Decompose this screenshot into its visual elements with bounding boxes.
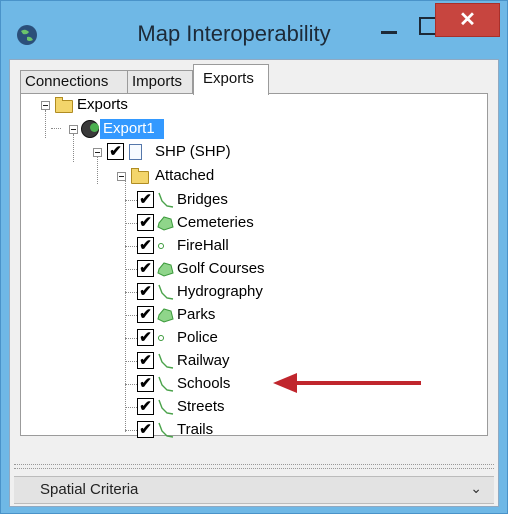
polygon-icon xyxy=(157,216,174,231)
layer-checkbox[interactable]: ✔ xyxy=(137,237,154,254)
line-icon xyxy=(158,192,174,208)
tree-line xyxy=(125,246,137,247)
tree-line xyxy=(125,384,137,385)
line-icon xyxy=(158,399,174,415)
tree-node-label: Attached xyxy=(155,167,215,184)
collapse-icon[interactable] xyxy=(93,148,102,157)
collapse-icon[interactable] xyxy=(69,125,78,134)
line-icon xyxy=(158,353,174,369)
layer-checkbox[interactable]: ✔ xyxy=(137,306,154,323)
polygon-icon xyxy=(157,262,174,277)
chevron-down-icon[interactable]: ⌄ xyxy=(470,480,482,497)
layer-checkbox[interactable]: ✔ xyxy=(137,260,154,277)
tree-node-label: Streets xyxy=(177,398,225,415)
spatial-criteria-label: Spatial Criteria xyxy=(40,481,139,498)
tree-node-layer[interactable]: ✔ Golf Courses xyxy=(125,258,345,280)
tree-node-label: FireHall xyxy=(177,237,229,254)
tree-node-exports-root[interactable]: Exports xyxy=(35,94,235,116)
close-button[interactable]: ✕ xyxy=(435,3,500,37)
close-icon: ✕ xyxy=(459,9,476,31)
map-interoperability-window: Map Interoperability ✕ Connections Impor… xyxy=(0,0,508,514)
splitter[interactable] xyxy=(14,464,494,469)
layer-checkbox[interactable]: ✔ xyxy=(137,214,154,231)
layer-checkbox[interactable]: ✔ xyxy=(137,283,154,300)
tree-node-export1[interactable]: Export1 xyxy=(59,118,259,140)
layer-checkbox[interactable]: ✔ xyxy=(137,191,154,208)
tree-node-layer[interactable]: ✔ Parks xyxy=(125,304,345,326)
tree-node-label: Schools xyxy=(177,375,231,392)
layer-checkbox[interactable]: ✔ xyxy=(137,421,154,438)
tree-node-label: Hydrography xyxy=(177,283,263,300)
tree-node-label: Railway xyxy=(177,352,230,369)
folder-icon xyxy=(55,97,73,113)
point-icon xyxy=(158,335,164,341)
spatial-criteria-bar[interactable]: Spatial Criteria ⌄ xyxy=(14,476,494,504)
minimize-button[interactable] xyxy=(371,11,407,45)
tree-node-label: Police xyxy=(177,329,218,346)
export-connection-icon xyxy=(81,120,99,138)
tree-line xyxy=(125,361,137,362)
shp-checkbox[interactable]: ✔ xyxy=(107,143,124,160)
point-icon xyxy=(158,243,164,249)
layer-checkbox[interactable]: ✔ xyxy=(137,375,154,392)
tree-node-layer[interactable]: ✔ FireHall xyxy=(125,235,345,257)
red-annotation-arrow xyxy=(273,373,421,393)
line-icon xyxy=(158,422,174,438)
tree-line xyxy=(125,430,137,431)
tree-node-layer[interactable]: ✔ Police xyxy=(125,327,345,349)
tree-node-layer[interactable]: ✔ Trails xyxy=(125,419,345,441)
line-icon xyxy=(158,284,174,300)
minimize-icon xyxy=(381,31,397,34)
client-area: Connections Imports Exports Exports Expo… xyxy=(9,59,499,507)
line-icon xyxy=(158,376,174,392)
collapse-icon[interactable] xyxy=(117,172,126,181)
tree-line xyxy=(125,338,137,339)
document-icon xyxy=(129,144,142,160)
title-bar[interactable]: Map Interoperability ✕ xyxy=(1,1,507,59)
tree-node-label: Trails xyxy=(177,421,214,438)
layer-checkbox[interactable]: ✔ xyxy=(137,329,154,346)
tree-line xyxy=(125,269,137,270)
tree-node-attached[interactable]: Attached xyxy=(111,165,311,187)
layer-checkbox[interactable]: ✔ xyxy=(137,398,154,415)
tree-node-label: Bridges xyxy=(177,191,228,208)
folder-icon xyxy=(131,168,149,184)
tree-line xyxy=(125,200,137,201)
tree-node-layer[interactable]: ✔ Cemeteries xyxy=(125,212,345,234)
tree-node-layer[interactable]: ✔ Railway xyxy=(125,350,345,372)
tree-line xyxy=(125,292,137,293)
tab-exports[interactable]: Exports xyxy=(193,64,269,95)
tree-node-label: Exports xyxy=(77,96,128,113)
tree-line xyxy=(125,315,137,316)
tree-node-layer[interactable]: ✔ Bridges xyxy=(125,189,345,211)
tree-node-shp-format[interactable]: ✔ SHP (SHP) xyxy=(85,141,285,163)
tree-line xyxy=(125,223,137,224)
tree-node-layer[interactable]: ✔ Hydrography xyxy=(125,281,345,303)
tree-node-label: Export1 xyxy=(103,120,155,137)
tree-node-label: SHP (SHP) xyxy=(155,143,231,160)
tree-node-label: Cemeteries xyxy=(177,214,254,231)
polygon-icon xyxy=(157,308,174,323)
layer-checkbox[interactable]: ✔ xyxy=(137,352,154,369)
tree-node-label: Golf Courses xyxy=(177,260,265,277)
collapse-icon[interactable] xyxy=(41,101,50,110)
tab-imports[interactable]: Imports xyxy=(127,70,193,94)
tree-node-label: Parks xyxy=(177,306,216,323)
tree-node-layer[interactable]: ✔ Streets xyxy=(125,396,345,418)
tree-line xyxy=(125,407,137,408)
tab-connections[interactable]: Connections xyxy=(20,70,128,94)
